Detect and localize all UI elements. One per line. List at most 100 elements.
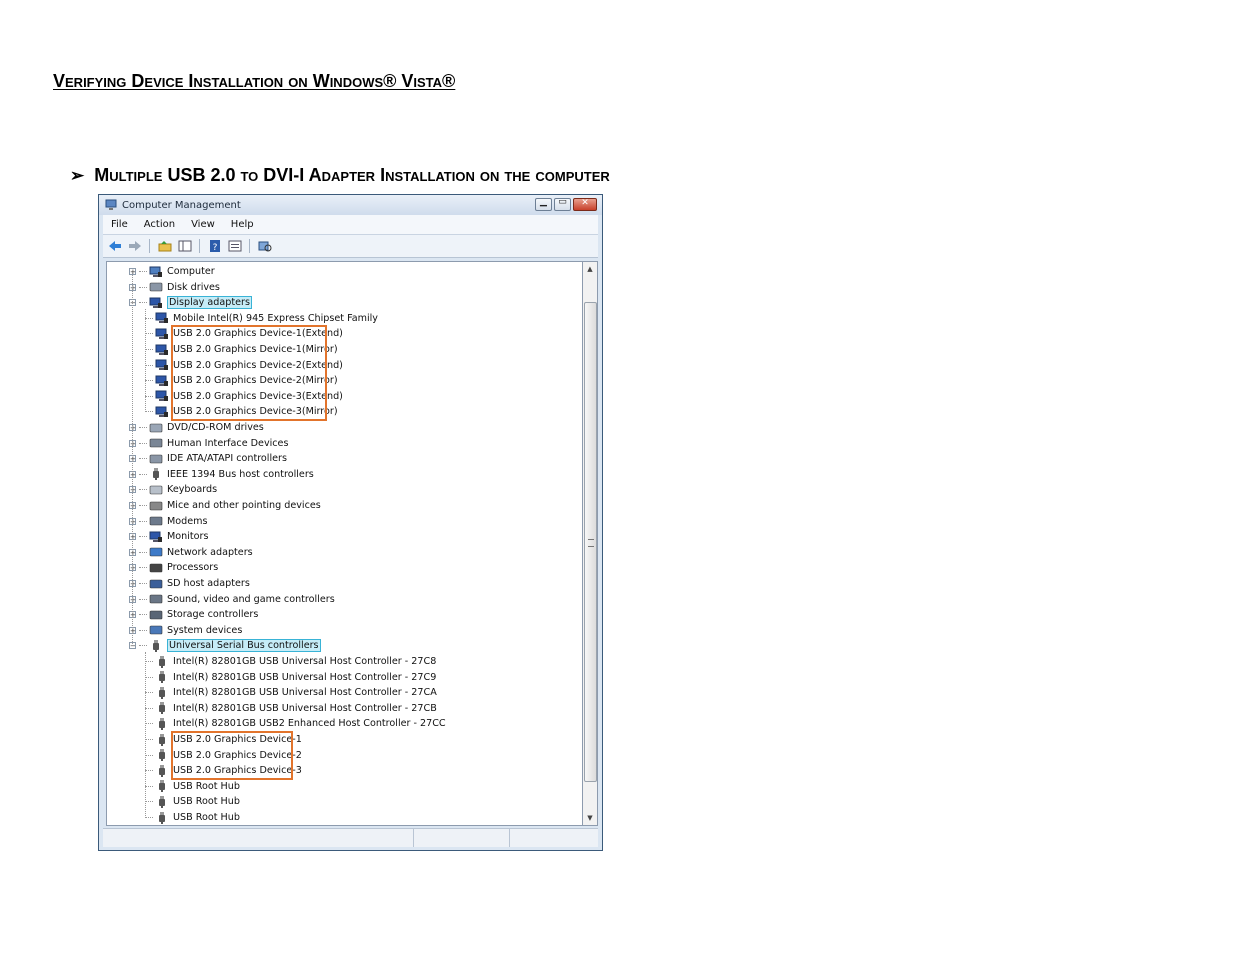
tree-node-label: Intel(R) 82801GB USB Universal Host Cont…	[173, 671, 437, 683]
show-hide-tree-icon[interactable]	[177, 239, 193, 253]
vertical-scrollbar[interactable]: ▲ ▼	[583, 261, 598, 826]
usb-controller-item[interactable]: Intel(R) 82801GB USB Universal Host Cont…	[145, 670, 436, 685]
tree-node-mice-and-other-pointing-devices[interactable]: + Mice and other pointing devices	[129, 498, 321, 513]
status-bar	[103, 828, 598, 847]
scroll-down-arrow-icon[interactable]: ▼	[583, 811, 597, 825]
display-device-icon	[155, 390, 169, 402]
hid-icon	[149, 437, 163, 449]
menu-help[interactable]: Help	[223, 219, 262, 230]
tree-node-label: USB Root Hub	[173, 796, 240, 808]
usb-device-icon	[155, 686, 169, 699]
menu-view[interactable]: View	[183, 219, 223, 230]
tree-node-sd-host-adapters[interactable]: + SD host adapters	[129, 576, 250, 591]
tree-node-label: USB Root Hub	[173, 812, 240, 823]
tree-node-computer[interactable]: + Computer	[129, 264, 215, 279]
back-icon[interactable]	[107, 239, 123, 253]
processor-icon	[149, 562, 163, 574]
usb-device-icon	[155, 749, 169, 762]
tree-node-label: Storage controllers	[167, 609, 259, 621]
display-adapter-item[interactable]: Mobile Intel(R) 945 Express Chipset Fami…	[145, 311, 378, 326]
tree-node-label: Intel(R) 82801GB USB Universal Host Cont…	[173, 702, 437, 714]
tree-node-display-adapters[interactable]: − Display adapters	[129, 295, 252, 310]
tree-node-label: Network adapters	[167, 546, 253, 558]
computer-icon	[149, 266, 163, 278]
tree-node-sound-video-and-game-controllers[interactable]: + Sound, video and game controllers	[129, 592, 335, 607]
tree-node-disk-drives[interactable]: + Disk drives	[129, 280, 220, 295]
section-title: Multiple USB 2.0 to DVI-I Adapter Instal…	[94, 165, 610, 185]
window-titlebar[interactable]: Computer Management ▁ ▭ ✕	[99, 195, 602, 215]
usb-device-icon	[155, 780, 169, 793]
display-device-icon	[155, 328, 169, 340]
usb-controller-item[interactable]: Intel(R) 82801GB USB Universal Host Cont…	[145, 685, 437, 700]
usb-controller-item[interactable]: USB Root Hub	[145, 810, 240, 825]
maximize-button[interactable]: ▭	[554, 197, 571, 211]
properties-icon[interactable]	[227, 239, 243, 253]
monitor-icon	[149, 297, 163, 309]
display-device-icon	[155, 312, 169, 324]
tree-node-system-devices[interactable]: + System devices	[129, 623, 242, 638]
tree-node-monitors[interactable]: + Monitors	[129, 529, 208, 544]
svg-text:?: ?	[213, 243, 218, 252]
tree-node-usb-controllers[interactable]: − Universal Serial Bus controllers	[129, 638, 321, 653]
tree-node-ieee-1394-bus-host-controllers[interactable]: + IEEE 1394 Bus host controllers	[129, 467, 314, 482]
usb-controller-item[interactable]: Intel(R) 82801GB USB Universal Host Cont…	[145, 654, 436, 669]
window-title: Computer Management	[122, 199, 241, 211]
tree-node-keyboards[interactable]: + Keyboards	[129, 482, 217, 497]
tree-node-modems[interactable]: + Modems	[129, 514, 207, 529]
tree-node-processors[interactable]: + Processors	[129, 560, 218, 575]
disk-icon	[149, 281, 163, 293]
usb-icon	[149, 639, 163, 652]
tree-node-label: Computer	[167, 266, 215, 277]
tree-node-label: Universal Serial Bus controllers	[167, 639, 321, 653]
tree-node-label: SD host adapters	[167, 578, 250, 589]
ieee1394-icon	[149, 468, 163, 481]
modem-icon	[149, 515, 163, 527]
tree-node-label: Human Interface Devices	[167, 437, 289, 449]
tree-node-label: IEEE 1394 Bus host controllers	[167, 468, 314, 480]
tree-node-storage-controllers[interactable]: + Storage controllers	[129, 607, 258, 622]
usb-device-icon	[155, 655, 169, 668]
usb-device-icon	[155, 764, 169, 777]
usb-device-icon	[155, 811, 169, 824]
ide-icon	[149, 453, 163, 465]
page-title: Verifying Device Installation on Windows…	[53, 71, 456, 91]
up-folder-icon[interactable]	[157, 239, 173, 253]
tree-node-dvd-cd-rom-drives[interactable]: + DVD/CD-ROM drives	[129, 420, 264, 435]
device-tree[interactable]: + Computer + Disk drives − Display adapters Mo…	[106, 261, 583, 826]
tree-node-label: Processors	[167, 562, 219, 574]
close-button[interactable]: ✕	[573, 198, 597, 211]
usb-controller-item[interactable]: USB Root Hub	[145, 779, 240, 794]
system-icon	[149, 624, 163, 636]
usb-controller-item[interactable]: USB Root Hub	[145, 794, 240, 809]
menu-file[interactable]: File	[103, 219, 136, 230]
storage-icon	[149, 609, 163, 621]
tree-node-label: Modems	[167, 515, 208, 527]
tree-node-human-interface-devices[interactable]: + Human Interface Devices	[129, 436, 288, 451]
scroll-thumb[interactable]	[584, 302, 597, 782]
tree-node-ide-ata-atapi-controllers[interactable]: + IDE ATA/ATAPI controllers	[129, 451, 287, 466]
tree-node-network-adapters[interactable]: + Network adapters	[129, 545, 253, 560]
usb-device-icon	[155, 671, 169, 684]
scroll-up-arrow-icon[interactable]: ▲	[583, 262, 597, 276]
highlight-display-usb-graphics	[171, 325, 327, 421]
scan-hardware-icon[interactable]	[257, 239, 273, 253]
minimize-button[interactable]: ▁	[535, 197, 552, 211]
display-device-icon	[155, 375, 169, 387]
computer-management-window: Computer Management ▁ ▭ ✕ File Action Vi…	[98, 194, 603, 851]
tree-node-label: IDE ATA/ATAPI controllers	[167, 453, 287, 465]
menu-action[interactable]: Action	[136, 219, 183, 230]
tree-node-label: USB Root Hub	[173, 780, 240, 792]
keyboard-icon	[149, 484, 163, 496]
usb-device-icon	[155, 717, 169, 730]
tree-node-label: Intel(R) 82801GB USB2 Enhanced Host Cont…	[173, 718, 446, 730]
status-pane-1	[103, 829, 414, 847]
help-icon[interactable]: ?	[207, 239, 223, 253]
tree-node-label: System devices	[167, 624, 243, 636]
forward-icon[interactable]	[127, 239, 143, 253]
tree-node-label: Intel(R) 82801GB USB Universal Host Cont…	[173, 687, 437, 699]
usb-controller-item[interactable]: Intel(R) 82801GB USB2 Enhanced Host Cont…	[145, 716, 446, 731]
usb-controller-item[interactable]: Intel(R) 82801GB USB Universal Host Cont…	[145, 701, 437, 716]
menu-bar: File Action View Help	[103, 215, 598, 235]
display-device-icon	[155, 406, 169, 418]
tree-node-label: Keyboards	[167, 484, 218, 496]
